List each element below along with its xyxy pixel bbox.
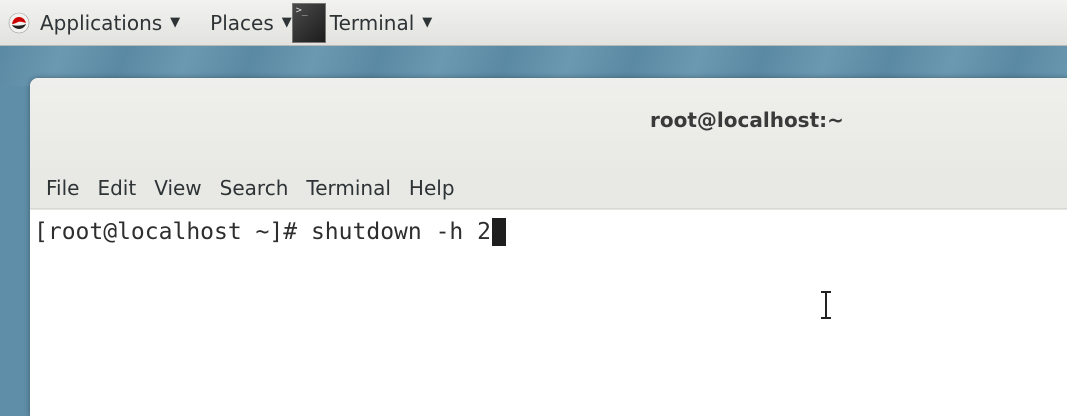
shell-prompt: [root@localhost ~]# — [34, 219, 311, 245]
ibeam-cursor-icon — [818, 290, 834, 320]
redhat-logo-icon — [8, 12, 30, 34]
window-title: root@localhost:~ — [650, 108, 844, 132]
chevron-down-icon: ▼ — [170, 15, 181, 30]
menu-view[interactable]: View — [154, 176, 201, 200]
text-cursor — [491, 218, 506, 246]
chevron-down-icon: ▼ — [281, 15, 292, 30]
menu-bar: File Edit View Search Terminal Help — [30, 168, 1067, 209]
terminal-app-icon: >_ — [291, 2, 326, 43]
places-label: Places — [210, 10, 274, 35]
menu-edit[interactable]: Edit — [97, 176, 136, 200]
menu-search[interactable]: Search — [220, 176, 289, 200]
terminal-body[interactable]: [root@localhost ~]# shutdown -h 2 — [30, 210, 1067, 416]
terminal-app-menu[interactable]: >_ Terminal ▼ — [291, 0, 433, 46]
command-text: shutdown -h 2 — [310, 219, 491, 245]
menu-help[interactable]: Help — [409, 176, 455, 200]
terminal-thumb-text: >_ — [295, 4, 308, 16]
applications-menu[interactable]: Applications ▼ — [0, 0, 180, 46]
menu-terminal[interactable]: Terminal — [306, 176, 391, 200]
menu-file[interactable]: File — [46, 176, 79, 200]
applications-label: Applications — [40, 10, 163, 35]
places-menu[interactable]: Places ▼ — [210, 0, 292, 46]
terminal-window[interactable]: root@localhost:~ File Edit View Search T… — [30, 78, 1067, 416]
top-panel: Applications ▼ Places ▼ >_ Terminal ▼ — [0, 0, 1067, 46]
chevron-down-icon: ▼ — [422, 15, 433, 30]
terminal-app-label: Terminal — [329, 10, 415, 35]
window-header: root@localhost:~ File Edit View Search T… — [30, 78, 1067, 210]
prompt-line: [root@localhost ~]# shutdown -h 2 — [34, 218, 506, 246]
